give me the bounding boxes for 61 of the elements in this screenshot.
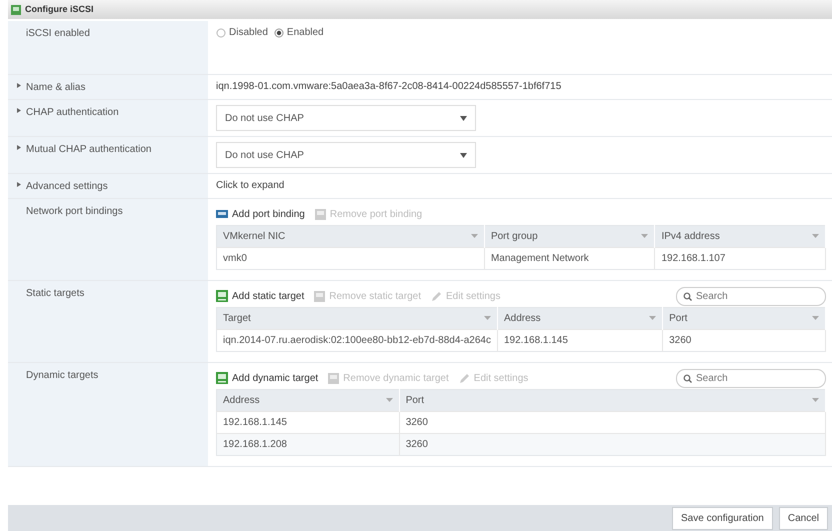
- sort-icon: [386, 398, 393, 403]
- column-header[interactable]: Target: [216, 308, 498, 330]
- search-field[interactable]: Search: [676, 368, 826, 388]
- iqn-name: iqn.1998-01.com.vmware:5a0aea3a-8f67-2c08-8414-00224d585557-1bf6f715: [216, 81, 562, 92]
- field-label: Static targets: [26, 287, 84, 301]
- table-cell: vmk0: [216, 248, 484, 270]
- sort-icon: [649, 316, 656, 321]
- field-label[interactable]: Name & alias: [26, 80, 86, 95]
- expand-link[interactable]: Click to expand: [216, 180, 284, 191]
- expand-icon: [16, 105, 22, 115]
- column-header[interactable]: Port: [399, 390, 826, 412]
- table-cell: 3260: [399, 434, 826, 456]
- cancel-button[interactable]: Cancel: [778, 506, 828, 530]
- field-label: Network port bindings: [26, 205, 123, 219]
- column-header[interactable]: Address: [497, 308, 663, 330]
- pencil-icon: [458, 372, 470, 384]
- add-target-icon: [216, 372, 228, 384]
- sort-icon: [812, 316, 819, 321]
- table-cell: iqn.2014-07.ru.aerodisk:02:100ee80-bb12-eb7d-88d4-a264c: [216, 330, 498, 352]
- column-header[interactable]: Port: [662, 308, 826, 330]
- window-title: Configure iSCSI: [25, 2, 94, 16]
- add-target-icon: [216, 290, 228, 302]
- expand-icon: [16, 80, 22, 90]
- sort-icon: [812, 398, 819, 403]
- field-label: Dynamic targets: [26, 369, 98, 383]
- search-field[interactable]: Search: [676, 286, 826, 306]
- caret-icon: [460, 152, 467, 158]
- column-header[interactable]: VMkernel NIC: [216, 226, 484, 248]
- table-cell: 192.168.1.145: [497, 330, 663, 352]
- caret-icon: [460, 116, 467, 120]
- toolbar-button[interactable]: Add dynamic target: [216, 370, 318, 386]
- column-header[interactable]: IPv4 address: [654, 226, 826, 248]
- radio-icon: [216, 28, 226, 38]
- chap-dropdown[interactable]: Do not use CHAP: [216, 105, 476, 131]
- remove-icon: [314, 208, 326, 220]
- remove-icon: [328, 372, 340, 384]
- table-cell: 192.168.1.107: [654, 248, 826, 270]
- toolbar-button[interactable]: Add port binding: [216, 206, 305, 222]
- window-icon: [10, 4, 22, 16]
- sort-icon: [470, 234, 478, 239]
- column-header[interactable]: Address: [216, 390, 400, 412]
- table-cell: 3260: [662, 330, 826, 352]
- radio-icon: [274, 28, 284, 38]
- field-label[interactable]: CHAP authentication: [26, 105, 119, 120]
- toolbar-button[interactable]: Add static target: [216, 288, 304, 304]
- radio-option[interactable]: Disabled: [216, 25, 268, 40]
- sort-icon: [812, 234, 819, 239]
- sort-icon: [641, 234, 648, 239]
- save-button[interactable]: Save configuration: [672, 506, 773, 530]
- sort-icon: [484, 316, 491, 321]
- table-cell: Management Network: [484, 248, 655, 270]
- expand-icon: [16, 179, 22, 189]
- network-icon: [216, 209, 228, 219]
- field-label: iSCSI enabled: [26, 27, 90, 41]
- table-cell: 192.168.1.208: [216, 434, 400, 456]
- expand-icon: [16, 142, 22, 152]
- pencil-icon: [430, 290, 442, 302]
- chap-dropdown[interactable]: Do not use CHAP: [216, 142, 476, 168]
- radio-option[interactable]: Enabled: [274, 25, 324, 40]
- column-header[interactable]: Port group: [484, 226, 655, 248]
- remove-icon: [314, 290, 326, 302]
